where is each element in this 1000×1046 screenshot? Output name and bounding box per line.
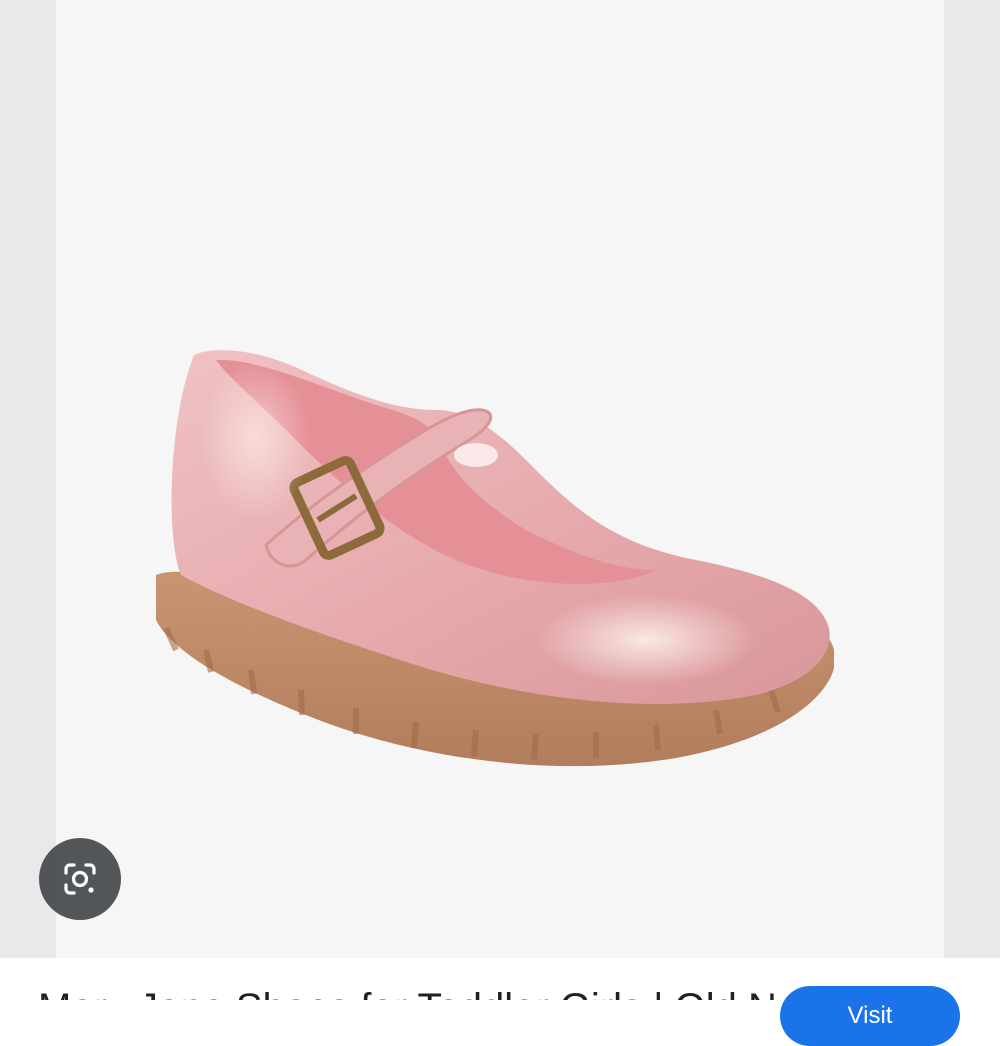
result-title[interactable]: Mary Jane Shoes for Toddler Girls | Old …	[38, 984, 839, 1000]
google-lens-button[interactable]	[39, 838, 121, 920]
product-image[interactable]	[56, 0, 944, 958]
google-lens-icon	[64, 863, 96, 895]
shoe-illustration	[156, 350, 834, 767]
image-viewer	[0, 0, 1000, 958]
visit-button[interactable]: Visit	[780, 986, 960, 1046]
